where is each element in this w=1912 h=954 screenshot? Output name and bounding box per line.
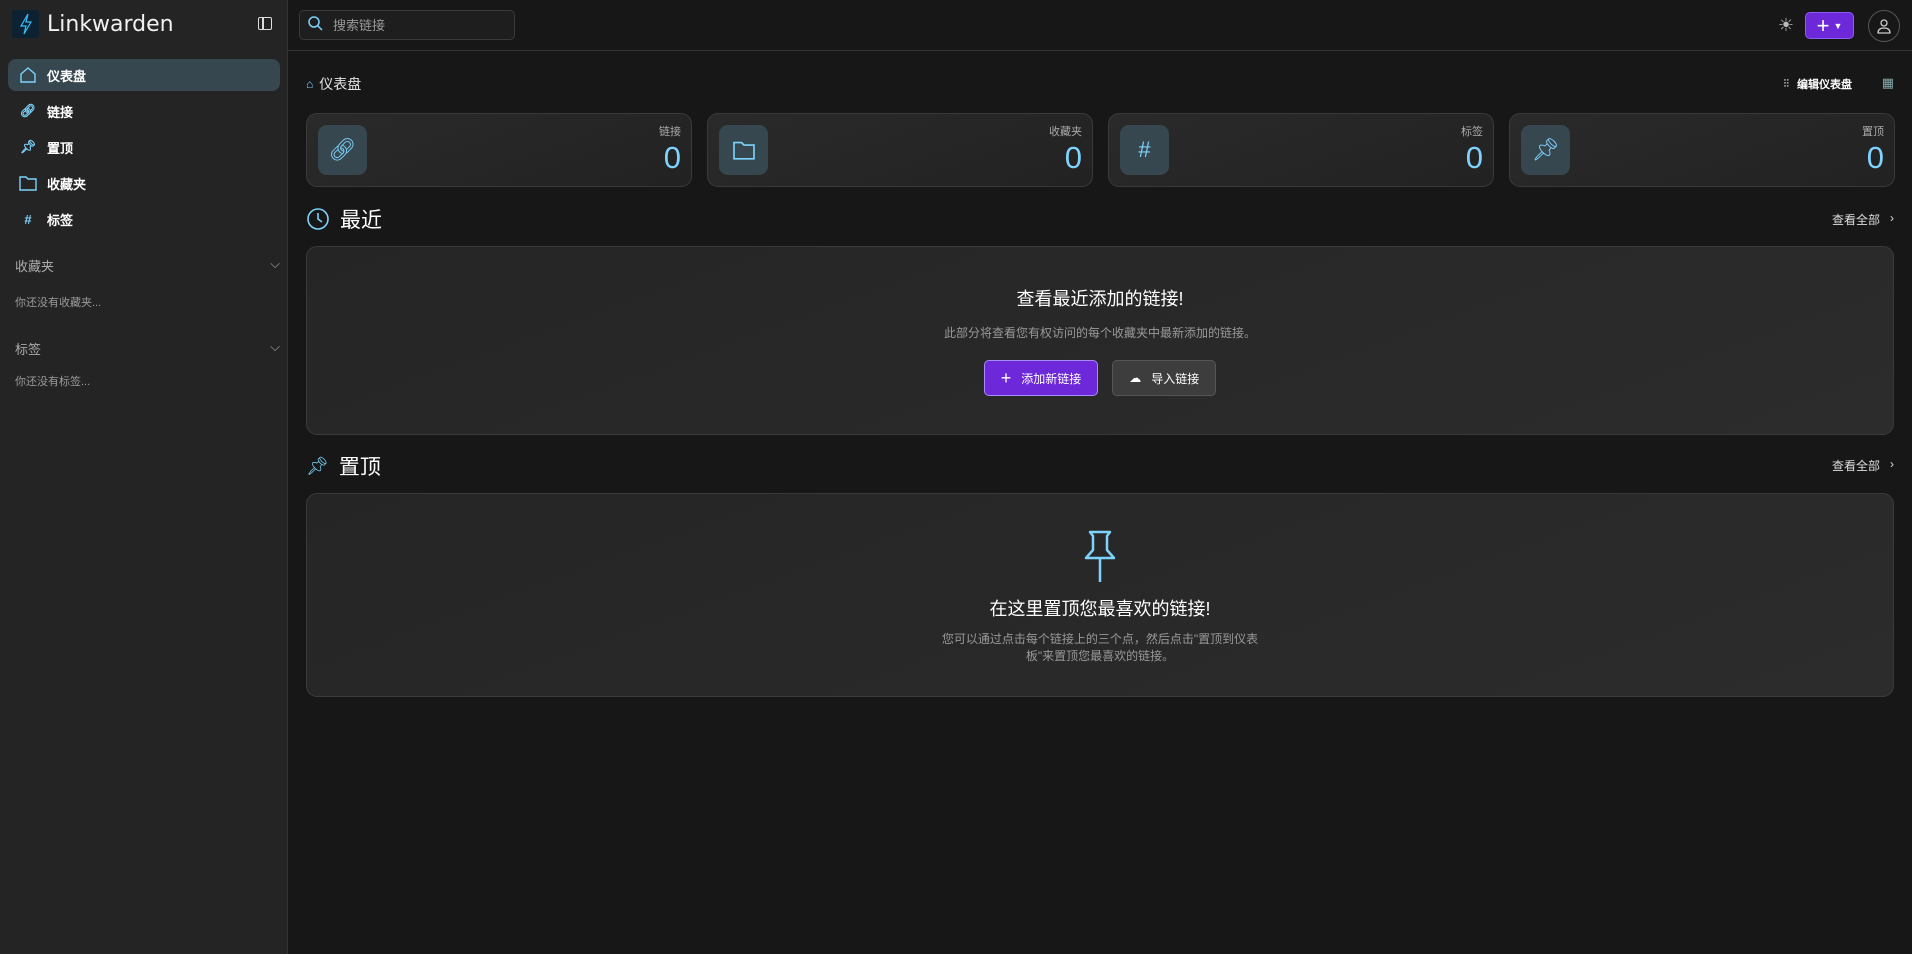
home-icon: ⌂ [306, 77, 314, 91]
user-avatar-button[interactable] [1868, 10, 1900, 42]
folder-icon [19, 174, 37, 192]
pinned-title: 置顶 [338, 456, 381, 479]
topbar: ☀ +▼ [288, 0, 1912, 51]
pinned-empty-desc-1: 您可以通过点击每个链接上的三个点，然后点击"置顶到仪表 [941, 632, 1259, 646]
sidebar-item-label: 收藏夹 [47, 176, 87, 192]
recent-view-all-link[interactable]: 查看全部 › [1832, 211, 1894, 228]
sidebar-item-label: 标签 [47, 212, 74, 228]
import-links-button[interactable]: ☁ 导入链接 [1112, 360, 1217, 396]
edit-dashboard-button[interactable]: ⫶⫶ 编辑仪表盘 [1784, 76, 1853, 92]
add-new-link-button[interactable]: + 添加新链接 [983, 360, 1099, 396]
pinned-empty-panel: 在这里置顶您最喜欢的链接! 您可以通过点击每个链接上的三个点，然后点击"置顶到仪… [306, 493, 1894, 697]
app-name: Linkwarden [47, 11, 174, 37]
plus-icon: + [1816, 12, 1830, 38]
caret-down-icon: ▼ [1833, 20, 1843, 31]
stat-card-tags: # 标签 0 [1108, 113, 1494, 187]
chevron-right-icon: › [1890, 211, 1894, 225]
cloud-upload-icon: ☁ [1129, 371, 1142, 385]
pinned-section-title: 📌︎ 置顶 [306, 451, 381, 481]
sidebar-item-tags[interactable]: # 标签 [8, 203, 280, 235]
stat-card-links: 🔗︎ 链接 0 [306, 113, 692, 187]
recent-empty-desc: 此部分将查看您有权访问的每个收藏夹中最新添加的链接。 [943, 326, 1256, 340]
stat-card-pinned: 📌︎ 置顶 0 [1509, 113, 1895, 187]
pushpin-icon [1084, 530, 1116, 582]
stat-value: 0 [1866, 140, 1884, 175]
pin-icon: 📌︎ [1521, 125, 1570, 175]
stats-cards: 🔗︎ 链接 0 收藏夹 0 # 标签 0 📌︎ 置顶 0 [306, 113, 1895, 187]
stat-label: 置顶 [1862, 126, 1884, 138]
sidebar-item-links[interactable]: 🔗︎ 链接 [8, 95, 280, 127]
tags-section-header[interactable]: 标签 ⌵ [15, 339, 280, 358]
stat-value: 0 [1064, 140, 1082, 175]
tags-empty: 你还没有标签... [15, 376, 91, 388]
logo[interactable]: Linkwarden [12, 10, 174, 38]
breadcrumb: ⌂ 仪表盘 [306, 74, 361, 94]
sidebar-item-collections[interactable]: 收藏夹 [8, 167, 280, 199]
collections-section-header[interactable]: 收藏夹 ⌵ [15, 256, 280, 275]
view-all-label: 查看全部 [1831, 459, 1880, 473]
hash-icon: # [24, 211, 32, 227]
breadcrumb-label: 仪表盘 [319, 76, 362, 92]
edit-dashboard-label: 编辑仪表盘 [1797, 79, 1852, 91]
sidebar-item-label: 链接 [47, 104, 74, 120]
pinned-empty-title: 在这里置顶您最喜欢的链接! [989, 599, 1211, 619]
sliders-icon: ⫶⫶ [1783, 77, 1790, 90]
search-icon [308, 16, 323, 34]
tags-title: 标签 [15, 342, 42, 357]
user-icon [1877, 19, 1891, 34]
theme-toggle-sun-icon[interactable]: ☀ [1778, 15, 1794, 36]
clock-icon [307, 208, 329, 230]
recent-empty-panel: 查看最近添加的链接! 此部分将查看您有权访问的每个收藏夹中最新添加的链接。 + 添… [306, 246, 1894, 435]
add-new-dropdown-button[interactable]: + ▼ [1805, 12, 1854, 39]
hash-icon: # [1120, 125, 1169, 175]
recent-section-title: 最近 [306, 204, 382, 234]
plus-icon: + [1000, 367, 1012, 388]
view-all-label: 查看全部 [1831, 213, 1880, 227]
search-input[interactable] [333, 17, 503, 33]
pinned-empty-desc-2: 板"来置顶您最喜欢的链接。 [1025, 649, 1175, 663]
sidebar-nav: 仪表盘 🔗︎ 链接 📌︎ 置顶 收藏夹 # 标签 [8, 59, 280, 239]
pinned-view-all-link[interactable]: 查看全部 › [1832, 457, 1894, 474]
chevron-right-icon: › [1890, 457, 1894, 471]
stat-value: 0 [1465, 140, 1483, 175]
folder-icon [719, 125, 768, 175]
recent-title: 最近 [340, 209, 382, 232]
search-box[interactable] [299, 10, 515, 40]
stat-card-collections: 收藏夹 0 [707, 113, 1093, 187]
import-links-label: 导入链接 [1151, 371, 1200, 386]
sidebar-toggle-icon[interactable] [258, 17, 272, 30]
stat-value: 0 [663, 140, 681, 175]
sidebar-item-label: 仪表盘 [47, 68, 87, 84]
link-icon: 🔗︎ [318, 125, 367, 175]
chevron-down-icon: ⌵ [270, 256, 280, 271]
collections-empty: 你还没有收藏夹... [15, 297, 102, 309]
logo-bolt-icon [12, 10, 39, 38]
grid-view-icon[interactable]: ▦ [1882, 75, 1894, 91]
sidebar-item-label: 置顶 [47, 140, 74, 156]
chevron-down-icon: ⌵ [270, 339, 280, 354]
pin-icon: 📌︎ [306, 455, 329, 476]
recent-empty-title: 查看最近添加的链接! [1016, 289, 1184, 309]
add-new-link-label: 添加新链接 [1021, 371, 1082, 386]
sidebar-item-pinned[interactable]: 📌︎ 置顶 [8, 131, 280, 163]
stat-label: 收藏夹 [1049, 126, 1082, 138]
stat-label: 标签 [1461, 126, 1483, 138]
sidebar-item-dashboard[interactable]: 仪表盘 [8, 59, 280, 91]
pin-icon: 📌︎ [19, 139, 37, 154]
sidebar: Linkwarden 仪表盘 🔗︎ 链接 📌︎ 置顶 收藏夹 # 标签 收藏夹 ⌵ 你还… [0, 0, 288, 954]
stat-label: 链接 [659, 126, 681, 138]
home-icon [19, 66, 37, 84]
link-icon: 🔗︎ [19, 103, 37, 118]
collections-title: 收藏夹 [15, 259, 55, 274]
